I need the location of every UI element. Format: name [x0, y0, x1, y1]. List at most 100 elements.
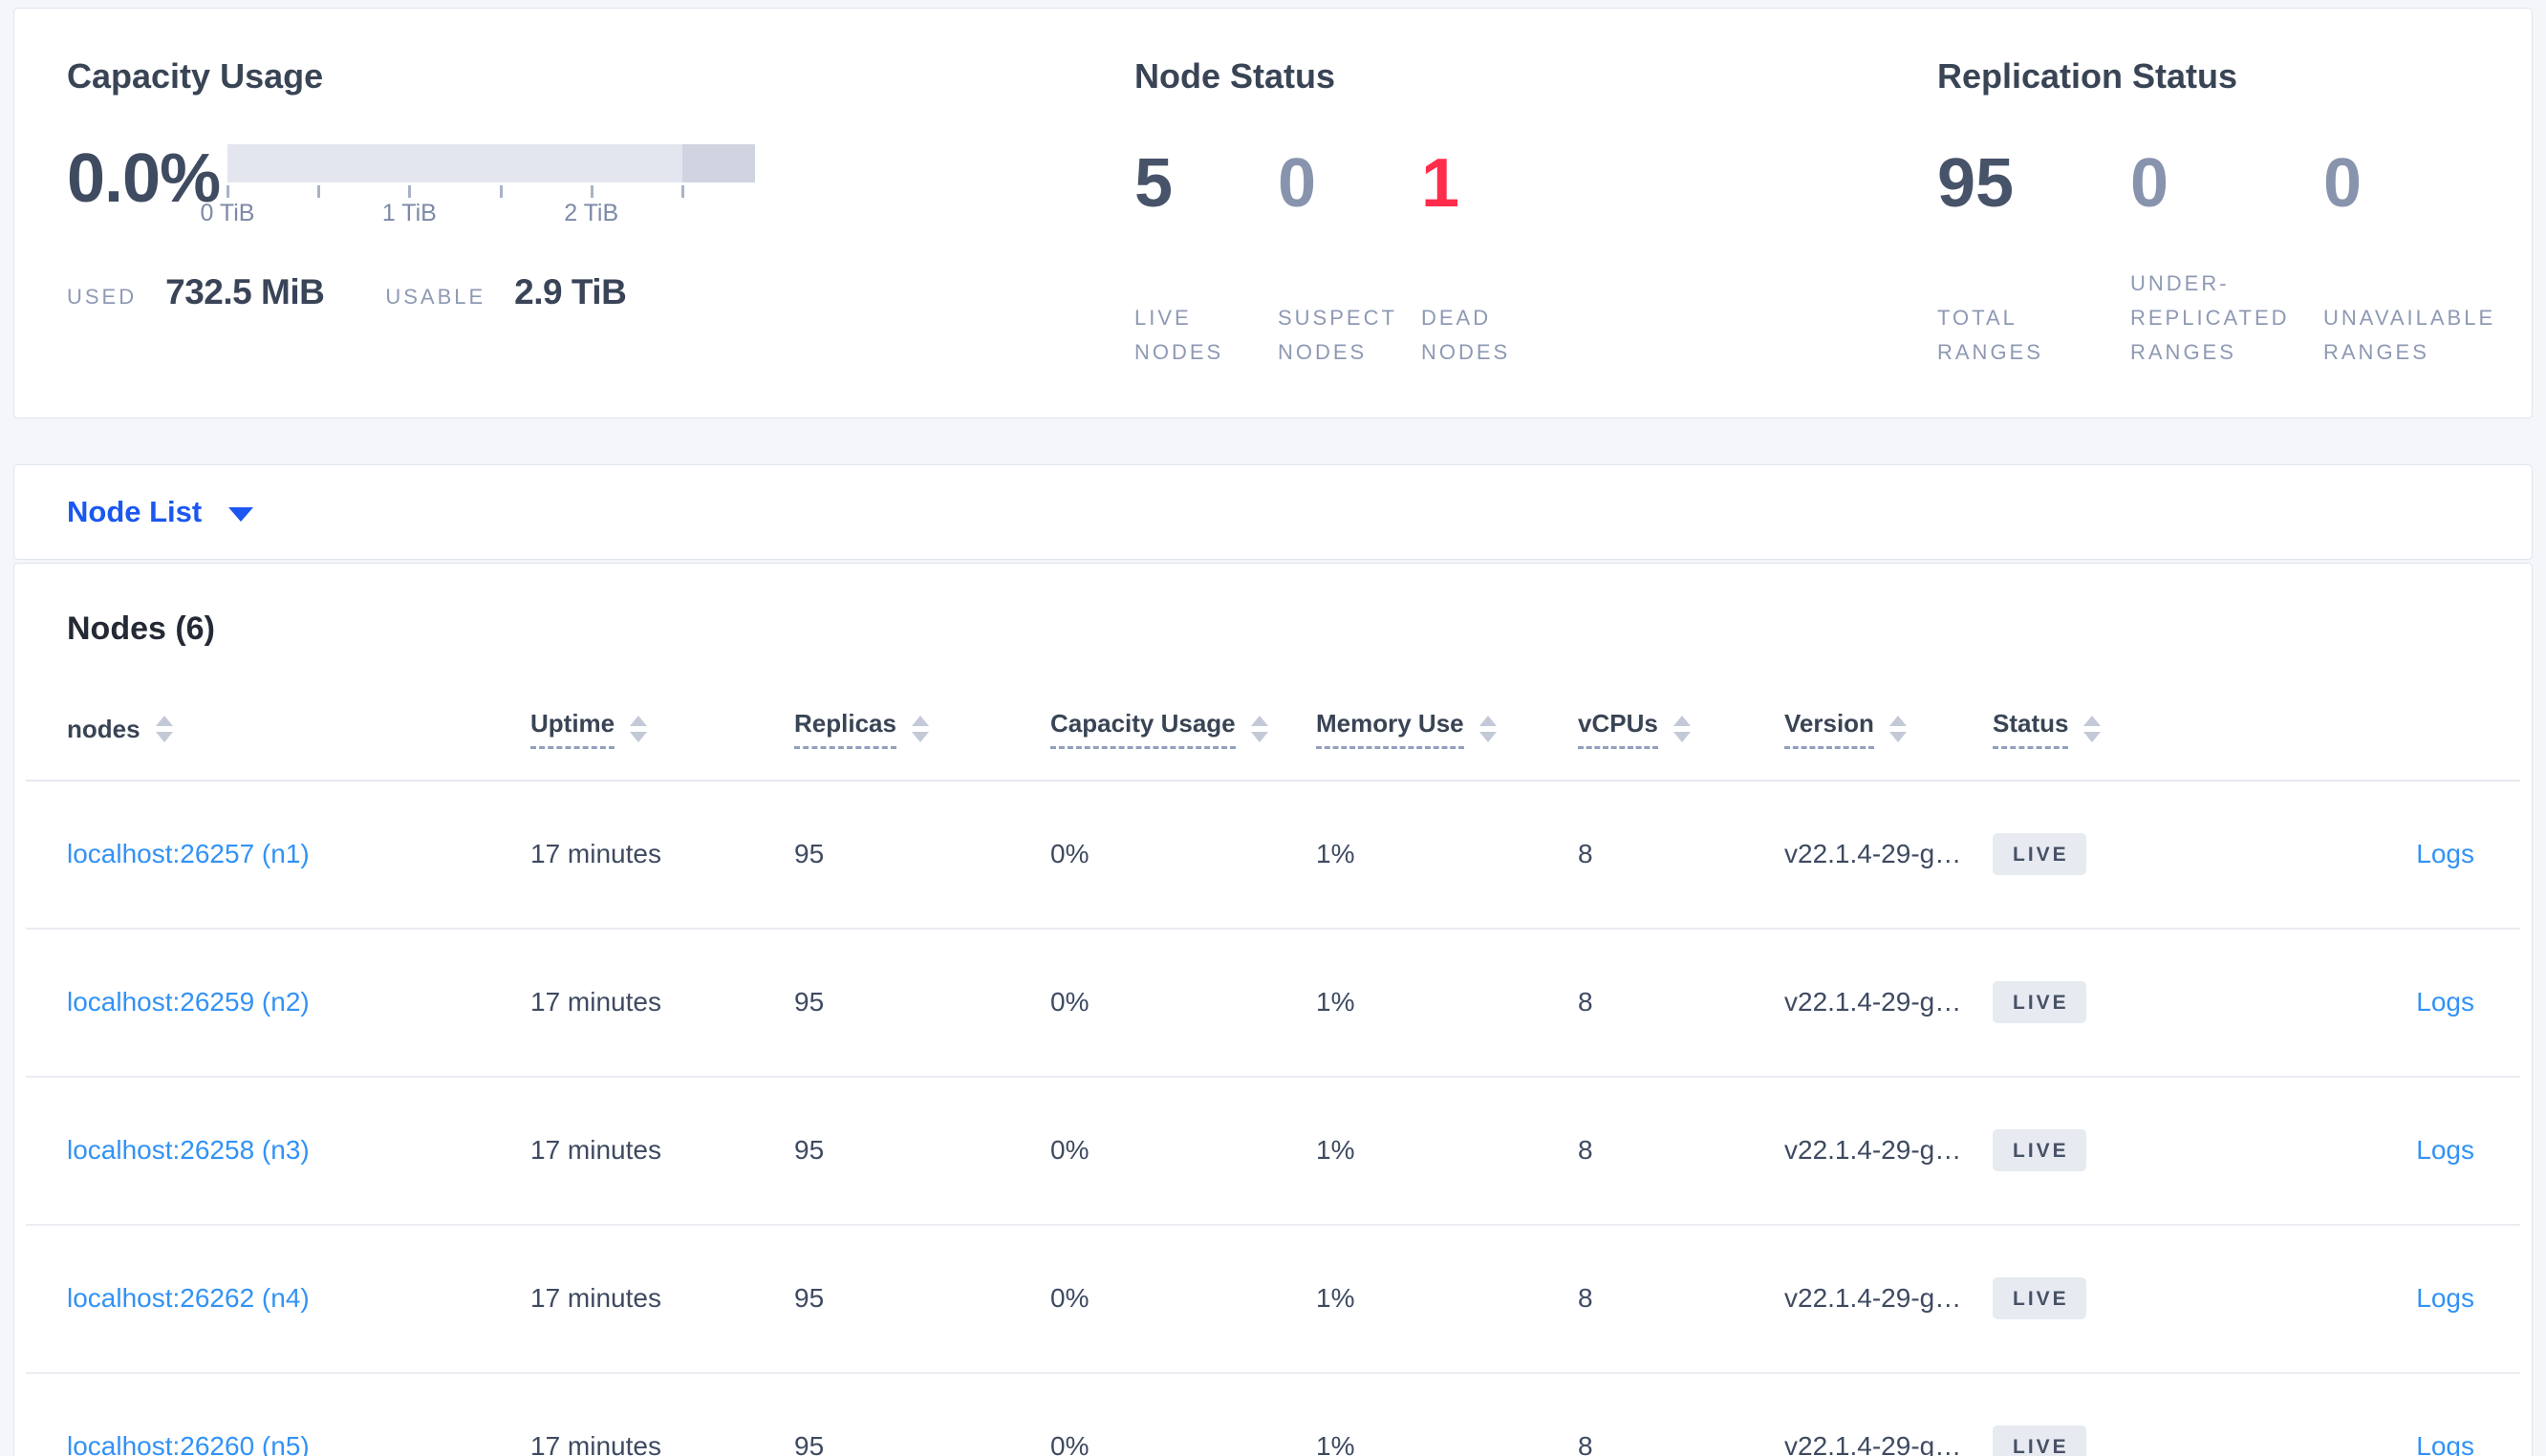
- dead-nodes-value: 1: [1421, 145, 1460, 222]
- axis-label: 2 TiB: [564, 200, 619, 226]
- capacity-usage-chart: 0.0% 0 TiB 1 TiB 2 TiB: [67, 140, 1134, 232]
- capacity-cell: 0%: [1050, 1225, 1316, 1374]
- status-badge: LIVE: [1993, 1129, 2086, 1171]
- column-header-vcpus[interactable]: vCPUs: [1578, 680, 1784, 782]
- capacity-cell: 0%: [1050, 781, 1316, 930]
- replication-stats: 95 TOTAL RANGES 0 UNDER-REPLICATED RANGE…: [1937, 146, 2532, 418]
- live-nodes-label: LIVE NODES: [1134, 306, 1224, 364]
- usable-label: USABLE: [385, 285, 486, 309]
- uptime-cell: 17 minutes: [530, 1077, 794, 1226]
- uptime-cell: 17 minutes: [530, 929, 794, 1078]
- replicas-cell: 95: [794, 929, 1050, 1078]
- vcpus-cell: 8: [1578, 929, 1784, 1078]
- column-header-logs: [2264, 680, 2520, 782]
- logs-link[interactable]: Logs: [2416, 1283, 2474, 1313]
- version-cell: v22.1.4-29-g…: [1784, 929, 1993, 1078]
- table-row: localhost:26258 (n3) 17 minutes 95 0% 1%…: [26, 1077, 2520, 1226]
- sort-icon: [2083, 716, 2102, 742]
- column-header-memory-use[interactable]: Memory Use: [1316, 680, 1578, 782]
- node-link[interactable]: localhost:26257 (n1): [67, 839, 310, 868]
- axis-tick: [227, 185, 229, 198]
- capacity-used-usable-row: USED 732.5 MiB USABLE 2.9 TiB: [67, 272, 1134, 312]
- column-header-nodes[interactable]: nodes: [26, 680, 530, 782]
- logs-link[interactable]: Logs: [2416, 839, 2474, 868]
- under-replicated-ranges-value: 0: [2130, 145, 2169, 222]
- sort-icon: [155, 716, 173, 742]
- sort-icon: [1672, 716, 1691, 742]
- logs-link[interactable]: Logs: [2416, 987, 2474, 1017]
- sort-icon: [1888, 716, 1907, 742]
- sort-icon: [1250, 716, 1268, 742]
- capacity-axis-labels: 0 TiB 1 TiB 2 TiB: [201, 200, 755, 232]
- capacity-bar-dark-segment: [681, 144, 755, 182]
- uptime-cell: 17 minutes: [530, 781, 794, 930]
- used-label: USED: [67, 285, 138, 309]
- node-list-dropdown[interactable]: Node List: [67, 495, 254, 529]
- sort-icon: [911, 716, 929, 742]
- vcpus-cell: 8: [1578, 1373, 1784, 1456]
- table-row: localhost:26257 (n1) 17 minutes 95 0% 1%…: [26, 781, 2520, 930]
- total-ranges-label: TOTAL RANGES: [1937, 306, 2043, 364]
- nodes-table-card: Nodes (6) nodes Uptime Replicas Capacity…: [13, 563, 2533, 1456]
- vcpus-cell: 8: [1578, 781, 1784, 930]
- total-ranges-stat: 95 TOTAL RANGES: [1937, 146, 2130, 370]
- sort-icon: [630, 716, 648, 742]
- status-badge: LIVE: [1993, 833, 2086, 875]
- replicas-cell: 95: [794, 1077, 1050, 1226]
- version-cell: v22.1.4-29-g…: [1784, 781, 1993, 930]
- capacity-cell: 0%: [1050, 1077, 1316, 1226]
- capacity-cell: 0%: [1050, 1373, 1316, 1456]
- replicas-cell: 95: [794, 1225, 1050, 1374]
- logs-link[interactable]: Logs: [2416, 1135, 2474, 1165]
- dead-nodes-label: DEAD NODES: [1421, 306, 1511, 364]
- node-link[interactable]: localhost:26262 (n4): [67, 1283, 310, 1313]
- axis-tick: [680, 185, 684, 198]
- axis-tick: [317, 185, 321, 198]
- capacity-bar-track: [227, 144, 755, 182]
- nodes-heading: Nodes (6): [67, 610, 215, 647]
- column-header-version[interactable]: Version: [1784, 680, 1993, 782]
- table-header-row: nodes Uptime Replicas Capacity Usage Mem…: [26, 680, 2520, 782]
- capacity-cell: 0%: [1050, 929, 1316, 1078]
- capacity-bar: 0 TiB 1 TiB 2 TiB: [201, 144, 755, 232]
- suspect-nodes-value: 0: [1278, 145, 1317, 222]
- memory-cell: 1%: [1316, 929, 1578, 1078]
- node-status-stats: 5 LIVE NODES 0 SUSPECT NODES 1 DEAD NODE…: [1134, 146, 1937, 418]
- version-cell: v22.1.4-29-g…: [1784, 1373, 1993, 1456]
- axis-tick: [499, 185, 503, 198]
- column-header-capacity-usage[interactable]: Capacity Usage: [1050, 680, 1316, 782]
- used-value: 732.5 MiB: [165, 272, 325, 311]
- status-badge: LIVE: [1993, 1425, 2086, 1456]
- node-link[interactable]: localhost:26259 (n2): [67, 987, 310, 1017]
- memory-cell: 1%: [1316, 1373, 1578, 1456]
- column-header-status[interactable]: Status: [1993, 680, 2264, 782]
- table-row: localhost:26262 (n4) 17 minutes 95 0% 1%…: [26, 1225, 2520, 1374]
- unavailable-ranges-label: UNAVAILABLE RANGES: [2323, 306, 2496, 364]
- vcpus-cell: 8: [1578, 1225, 1784, 1374]
- memory-cell: 1%: [1316, 1077, 1578, 1226]
- replication-status-section: Replication Status 95 TOTAL RANGES 0 UND…: [1937, 56, 2532, 418]
- total-ranges-value: 95: [1937, 145, 2015, 222]
- sort-icon: [1478, 716, 1497, 742]
- logs-link[interactable]: Logs: [2416, 1431, 2474, 1456]
- view-selector-bar: Node List: [13, 464, 2533, 560]
- table-row: localhost:26259 (n2) 17 minutes 95 0% 1%…: [26, 929, 2520, 1078]
- column-header-replicas[interactable]: Replicas: [794, 680, 1050, 782]
- nodes-table: nodes Uptime Replicas Capacity Usage Mem…: [26, 680, 2520, 1456]
- uptime-cell: 17 minutes: [530, 1373, 794, 1456]
- axis-label: 1 TiB: [381, 200, 437, 226]
- node-link[interactable]: localhost:26258 (n3): [67, 1135, 310, 1165]
- unavailable-ranges-stat: 0 UNAVAILABLE RANGES: [2323, 146, 2516, 370]
- node-link[interactable]: localhost:26260 (n5): [67, 1431, 310, 1456]
- suspect-nodes-stat: 0 SUSPECT NODES: [1278, 146, 1421, 370]
- usable-value: 2.9 TiB: [514, 272, 627, 311]
- column-header-uptime[interactable]: Uptime: [530, 680, 794, 782]
- vcpus-cell: 8: [1578, 1077, 1784, 1226]
- suspect-nodes-label: SUSPECT NODES: [1278, 306, 1397, 364]
- uptime-cell: 17 minutes: [530, 1225, 794, 1374]
- version-cell: v22.1.4-29-g…: [1784, 1077, 1993, 1226]
- live-nodes-value: 5: [1134, 145, 1174, 222]
- node-list-dropdown-label: Node List: [67, 495, 203, 528]
- capacity-axis-ticks: [227, 182, 755, 198]
- capacity-usage-title: Capacity Usage: [67, 56, 324, 96]
